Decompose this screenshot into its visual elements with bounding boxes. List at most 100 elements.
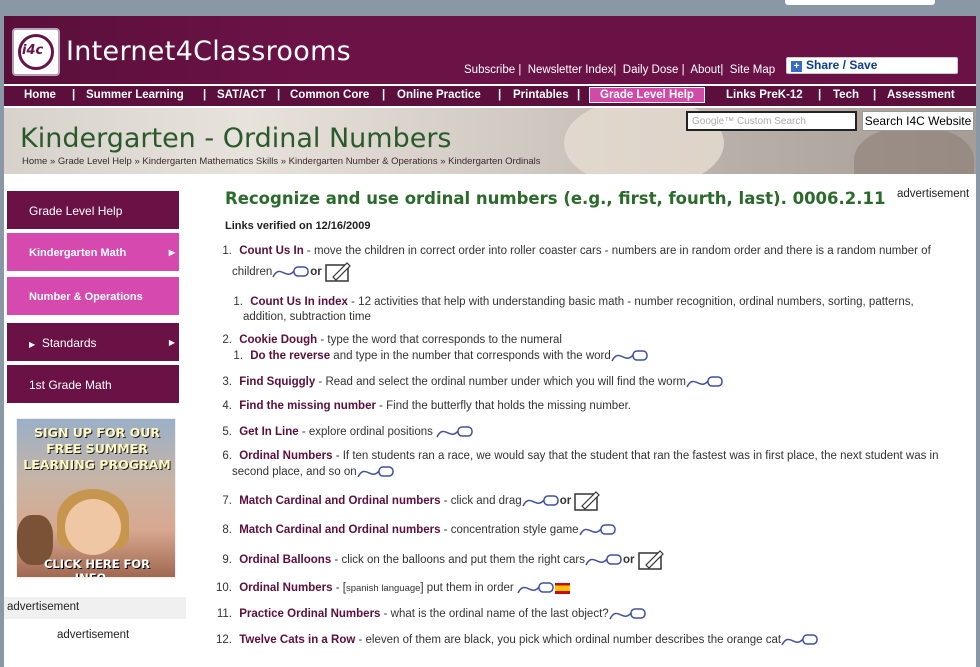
mouse-icon[interactable] (609, 607, 647, 621)
mouse-icon[interactable] (781, 633, 819, 647)
links-verified-date: Links verified on 12/16/2009 (225, 220, 371, 232)
nav-assessment[interactable]: Assessment (887, 89, 955, 101)
promo-click-here: CLICK HERE FOR INFO... (43, 557, 151, 578)
link-find-squiggly[interactable]: Find Squiggly (239, 376, 315, 388)
item-number: 9. (222, 554, 232, 567)
link-match-cardinal-ordinal-drag[interactable]: Match Cardinal and Ordinal numbers (239, 495, 440, 507)
link-twelve-cats-in-a-row[interactable]: Twelve Cats in a Row (239, 634, 355, 646)
list-item-continuation: second place, and so on (232, 465, 395, 479)
mouse-icon[interactable] (578, 523, 617, 537)
share-save-button[interactable]: + Share / Save (786, 57, 958, 74)
mouse-icon[interactable] (517, 581, 555, 595)
toplink-about[interactable]: About (690, 64, 720, 76)
search-input[interactable]: Google™ Custom Search (686, 111, 857, 131)
item-number: 12. (216, 634, 232, 647)
page-title: Kindergarten - Ordinal Numbers (20, 123, 452, 154)
item-description: - concentration style game (440, 524, 579, 537)
nav-separator: | (498, 89, 502, 101)
list-item: 1. Count Us In - move the children in co… (214, 245, 931, 257)
item-number: 5. (222, 426, 232, 439)
list-item: 8. Match Cardinal and Ordinal numbers - … (214, 523, 617, 537)
nav-links-prek-12[interactable]: Links PreK-12 (726, 89, 803, 101)
main-nav: Home | Summer Learning | SAT/ACT | Commo… (4, 85, 976, 107)
link-ordinal-numbers[interactable]: Ordinal Numbers (239, 450, 332, 462)
item-description: - [ (332, 582, 346, 595)
sidebar-item-grade-level-help[interactable]: Grade Level Help (6, 190, 180, 230)
nav-printables[interactable]: Printables (513, 89, 569, 101)
sidebar-item-label: Kindergarten Math (29, 247, 127, 259)
item-number: 1. (233, 296, 243, 308)
nav-summer-learning[interactable]: Summer Learning (86, 89, 184, 101)
sidebar-item-standards[interactable]: ▶ Standards ▶ (6, 322, 180, 362)
toplink-site-map[interactable]: Site Map (730, 64, 775, 76)
section-heading: Recognize and use ordinal numbers (e.g.,… (225, 189, 886, 208)
list-item: 1. Do the reverse and type in the number… (225, 349, 649, 363)
item-description: - what is the ordinal name of the last o… (380, 608, 609, 621)
site-logo[interactable]: i4c (12, 28, 60, 76)
nav-common-core[interactable]: Common Core (290, 89, 369, 101)
item-number: 1. (222, 245, 232, 257)
item-description: - click and drag (440, 495, 522, 508)
link-ordinal-balloons[interactable]: Ordinal Balloons (239, 554, 331, 566)
search-button[interactable]: Search I4C Website (862, 111, 974, 131)
sidebar-item-1st-grade-math[interactable]: 1st Grade Math (6, 364, 180, 404)
toplink-subscribe[interactable]: Subscribe (464, 64, 515, 76)
mouse-icon[interactable] (272, 265, 310, 279)
promo-line: SIGN UP FOR OUR (34, 425, 160, 440)
mouse-icon[interactable] (522, 494, 560, 508)
item-number: 8. (222, 524, 232, 537)
link-find-the-missing-number[interactable]: Find the missing number (239, 400, 376, 412)
link-match-cardinal-ordinal-concentration[interactable]: Match Cardinal and Ordinal numbers (239, 524, 440, 536)
promo-photo-shape (65, 499, 121, 555)
nav-sat-act[interactable]: SAT/ACT (217, 89, 266, 101)
site-header: i4c Internet4Classrooms Subscribe | News… (4, 16, 976, 84)
spain-flag-icon (554, 582, 570, 594)
mouse-icon[interactable] (357, 465, 395, 479)
nav-separator: | (577, 89, 581, 101)
item-description: - If ten students ran a race, we would s… (332, 450, 939, 462)
item-number: 1. (233, 350, 243, 363)
top-links: Subscribe | Newsletter Index| Daily Dose… (464, 64, 776, 76)
mouse-icon[interactable] (686, 375, 724, 389)
item-number: 4. (222, 400, 232, 412)
mouse-icon[interactable] (436, 425, 474, 439)
nav-online-practice[interactable]: Online Practice (397, 89, 481, 101)
chevron-right-icon: ▶ (168, 338, 175, 347)
list-item: 11. Practice Ordinal Numbers - what is t… (214, 607, 647, 621)
link-count-us-in-index[interactable]: Count Us In index (250, 296, 348, 308)
item-description: - explore ordinal positions (298, 426, 433, 439)
sidebar-item-number-operations[interactable]: Number & Operations (6, 276, 180, 316)
page: i4c Internet4Classrooms Subscribe | News… (4, 16, 976, 667)
toplink-newsletter-index[interactable]: Newsletter Index (528, 64, 614, 76)
link-count-us-in[interactable]: Count Us In (239, 245, 304, 257)
nav-separator: | (382, 89, 386, 101)
item-number: 7. (222, 495, 232, 508)
link-do-the-reverse[interactable]: Do the reverse (250, 350, 330, 362)
nav-home[interactable]: Home (24, 89, 56, 101)
summer-learning-promo[interactable]: SIGN UP FOR OUR FREE SUMMER LEARNING PRO… (16, 418, 176, 578)
site-name[interactable]: Internet4Classrooms (66, 36, 351, 67)
promo-line: FREE SUMMER (46, 441, 148, 456)
link-practice-ordinal-numbers[interactable]: Practice Ordinal Numbers (239, 608, 380, 620)
item-description: addition, subtraction time (243, 311, 371, 323)
list-item: 2. Cookie Dough - type the word that cor… (214, 334, 562, 346)
mouse-icon[interactable] (611, 349, 649, 363)
list-item: 4. Find the missing number - Find the bu… (214, 400, 631, 412)
promo-line: LEARNING PROGRAM (23, 457, 171, 472)
link-get-in-line[interactable]: Get In Line (239, 426, 298, 438)
sidebar-item-label: 1st Grade Math (29, 378, 112, 392)
nav-separator: | (818, 89, 822, 101)
item-description: - move the children in correct order int… (303, 245, 931, 257)
breadcrumb[interactable]: Home » Grade Level Help » Kindergarten M… (22, 156, 541, 167)
link-ordinal-numbers-spanish[interactable]: Ordinal Numbers (239, 582, 332, 594)
share-label: Share / Save (806, 58, 878, 72)
toplink-daily-dose[interactable]: Daily Dose (623, 64, 679, 76)
pencil-icon[interactable] (325, 261, 353, 283)
pencil-icon[interactable] (574, 490, 602, 512)
nav-grade-level-help[interactable]: Grade Level Help (589, 87, 705, 103)
nav-tech[interactable]: Tech (833, 89, 859, 101)
mouse-icon[interactable] (585, 553, 623, 567)
sidebar-item-kindergarten-math[interactable]: Kindergarten Math ▶ (6, 232, 180, 272)
pencil-icon[interactable] (637, 549, 666, 571)
link-cookie-dough[interactable]: Cookie Dough (239, 334, 317, 346)
